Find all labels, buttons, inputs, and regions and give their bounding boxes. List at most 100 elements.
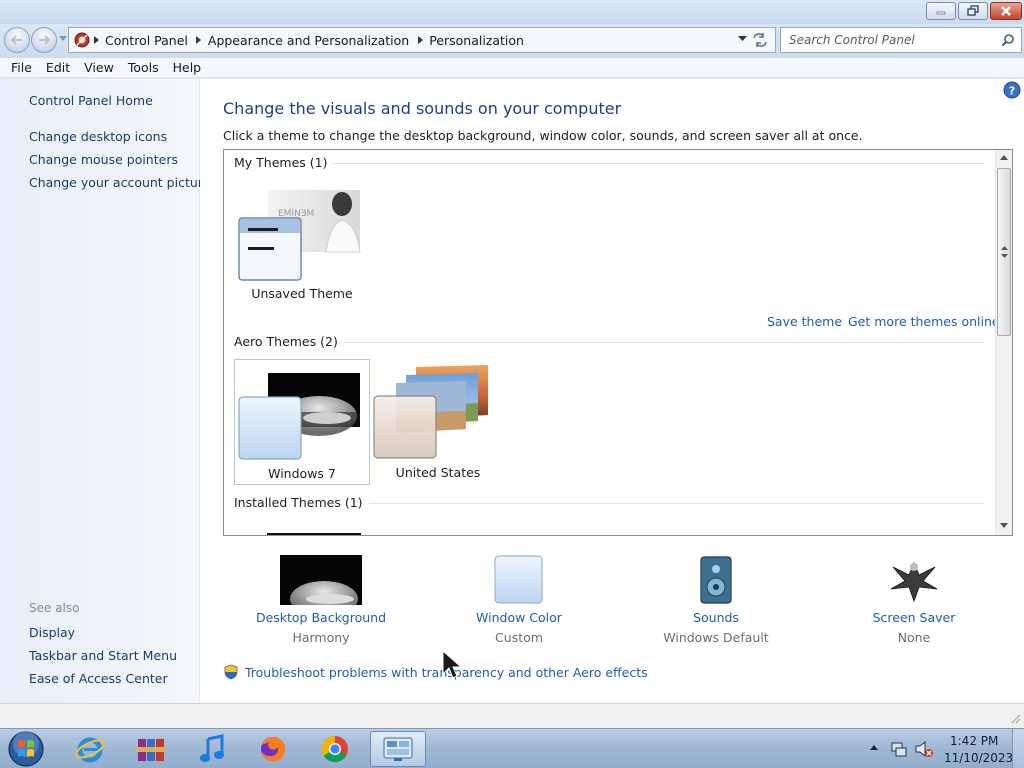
breadcrumb-separator-icon[interactable] xyxy=(194,36,204,44)
grip-icon xyxy=(1001,246,1008,258)
change-desktop-icons-link[interactable]: Change desktop icons xyxy=(29,129,167,144)
close-button[interactable] xyxy=(990,2,1022,20)
breadcrumb-separator-icon[interactable] xyxy=(415,36,425,44)
page-description: Click a theme to change the desktop back… xyxy=(223,128,863,143)
speaker-icon xyxy=(700,556,732,604)
chrome-icon xyxy=(321,735,348,763)
status-bar xyxy=(0,703,1024,728)
volume-muted-icon[interactable] xyxy=(914,740,934,758)
recent-pages-dropdown-icon[interactable] xyxy=(59,36,67,42)
taskbar-firefox[interactable] xyxy=(245,731,301,767)
screen-saver-thumbnail xyxy=(890,561,938,603)
menu-bar: File Edit View Tools Help xyxy=(0,58,1024,78)
windows7-theme-preview xyxy=(238,373,360,460)
see-also-title: See also xyxy=(29,601,80,615)
navigation-bar: Control Panel Appearance and Personaliza… xyxy=(0,24,1024,58)
section-divider xyxy=(234,163,984,164)
windows7-theme-label: Windows 7 xyxy=(268,466,336,481)
taskbar-archive-app[interactable] xyxy=(123,731,179,767)
menu-view[interactable]: View xyxy=(77,60,121,75)
resize-grip-icon[interactable] xyxy=(1011,714,1021,724)
breadcrumb-personalization[interactable]: Personalization xyxy=(425,33,530,48)
taskbar-music-app[interactable] xyxy=(184,731,240,767)
united-states-theme-preview xyxy=(373,365,488,459)
back-button[interactable] xyxy=(4,27,30,53)
ease-of-access-link[interactable]: Ease of Access Center xyxy=(29,671,168,686)
unsaved-theme-preview: EMINƎM xyxy=(238,190,361,281)
internet-explorer-icon xyxy=(75,737,105,763)
show-desktop-button[interactable] xyxy=(1012,729,1024,768)
theme-list: My Themes (1) EMINƎM Unsaved Theme Save xyxy=(223,149,1013,536)
forward-button[interactable] xyxy=(31,27,57,53)
taskbar-start-menu-link[interactable]: Taskbar and Start Menu xyxy=(29,648,177,663)
menu-tools[interactable]: Tools xyxy=(121,60,166,75)
restore-button[interactable] xyxy=(958,2,988,20)
sounds-label[interactable]: Sounds xyxy=(641,610,791,625)
address-dropdown-icon[interactable] xyxy=(738,36,747,42)
window-color-swatch xyxy=(494,555,543,604)
search-input[interactable] xyxy=(789,33,989,47)
theme-united-states[interactable]: United States xyxy=(370,359,506,485)
magnifier-icon[interactable] xyxy=(1001,33,1015,47)
control-panel-taskbar-icon xyxy=(383,737,413,761)
breadcrumb-control-panel[interactable]: Control Panel xyxy=(101,33,194,48)
window-color-label[interactable]: Window Color xyxy=(444,610,594,625)
uac-shield-icon xyxy=(224,664,238,680)
menu-edit[interactable]: Edit xyxy=(39,60,77,75)
taskbar-control-panel[interactable] xyxy=(370,731,426,767)
menu-help[interactable]: Help xyxy=(166,60,209,75)
refresh-icon[interactable] xyxy=(751,32,769,48)
search-box[interactable] xyxy=(780,27,1022,53)
installed-themes-header: Installed Themes (1) xyxy=(234,495,369,510)
title-bar xyxy=(0,0,1024,24)
get-more-themes-link[interactable]: Get more themes online xyxy=(848,314,1000,329)
aero-themes-header: Aero Themes (2) xyxy=(234,334,344,349)
windows-start-orb-icon[interactable] xyxy=(6,730,46,768)
question-icon[interactable]: ? xyxy=(1003,81,1021,99)
sounds-value: Windows Default xyxy=(663,630,769,645)
scrollbar-thumb[interactable] xyxy=(997,168,1011,336)
taskbar-internet-explorer[interactable] xyxy=(62,731,118,767)
mouse-cursor-icon xyxy=(442,650,463,679)
breadcrumb-separator-icon[interactable] xyxy=(91,36,101,44)
window-color-value: Custom xyxy=(495,630,543,645)
change-account-picture-link[interactable]: Change your account picture xyxy=(29,175,210,190)
control-panel-icon xyxy=(74,32,90,48)
back-arrow-icon xyxy=(10,35,22,45)
menu-file[interactable]: File xyxy=(4,60,39,75)
theme-unsaved[interactable]: EMINƎM Unsaved Theme xyxy=(234,182,370,308)
minimize-button[interactable] xyxy=(926,2,956,20)
restore-icon xyxy=(967,5,979,16)
screen-saver-label[interactable]: Screen Saver xyxy=(839,610,989,625)
display-link[interactable]: Display xyxy=(29,625,75,640)
theme-list-scrollbar[interactable] xyxy=(995,150,1012,535)
control-panel-home-link[interactable]: Control Panel Home xyxy=(29,93,153,108)
scroll-down-icon[interactable] xyxy=(1000,523,1008,529)
desktop-background-label[interactable]: Desktop Background xyxy=(246,610,396,625)
address-bar[interactable]: Control Panel Appearance and Personaliza… xyxy=(68,27,776,53)
change-mouse-pointers-link[interactable]: Change mouse pointers xyxy=(29,152,178,167)
save-theme-link[interactable]: Save theme xyxy=(767,314,842,329)
minimize-icon xyxy=(936,11,946,15)
united-states-theme-label: United States xyxy=(395,465,481,480)
clock-time[interactable]: 1:42 PM xyxy=(950,734,998,748)
unsaved-theme-label: Unsaved Theme xyxy=(251,286,353,301)
theme-windows7[interactable]: Windows 7 xyxy=(234,359,370,485)
task-sidebar: Control Panel Home Change desktop icons … xyxy=(0,79,210,703)
desktop-background-thumbnail xyxy=(280,555,362,605)
page-title: Change the visuals and sounds on your co… xyxy=(223,99,622,118)
breadcrumb-appearance[interactable]: Appearance and Personalization xyxy=(204,33,415,48)
taskbar-chrome[interactable] xyxy=(307,731,363,767)
music-note-icon xyxy=(200,734,224,762)
forward-arrow-icon xyxy=(39,35,51,45)
close-icon xyxy=(1001,6,1011,16)
my-themes-header: My Themes (1) xyxy=(234,155,334,170)
section-divider xyxy=(234,342,984,343)
scroll-up-icon[interactable] xyxy=(1000,155,1008,161)
desktop-background-value: Harmony xyxy=(292,630,350,645)
clock-date[interactable]: 11/10/2023 xyxy=(944,751,1013,765)
show-hidden-icons-icon[interactable] xyxy=(870,745,878,751)
troubleshoot-aero-link[interactable]: Troubleshoot problems with transparency … xyxy=(223,664,648,680)
installed-theme-preview-partial[interactable] xyxy=(267,533,361,535)
network-icon[interactable] xyxy=(890,740,908,758)
